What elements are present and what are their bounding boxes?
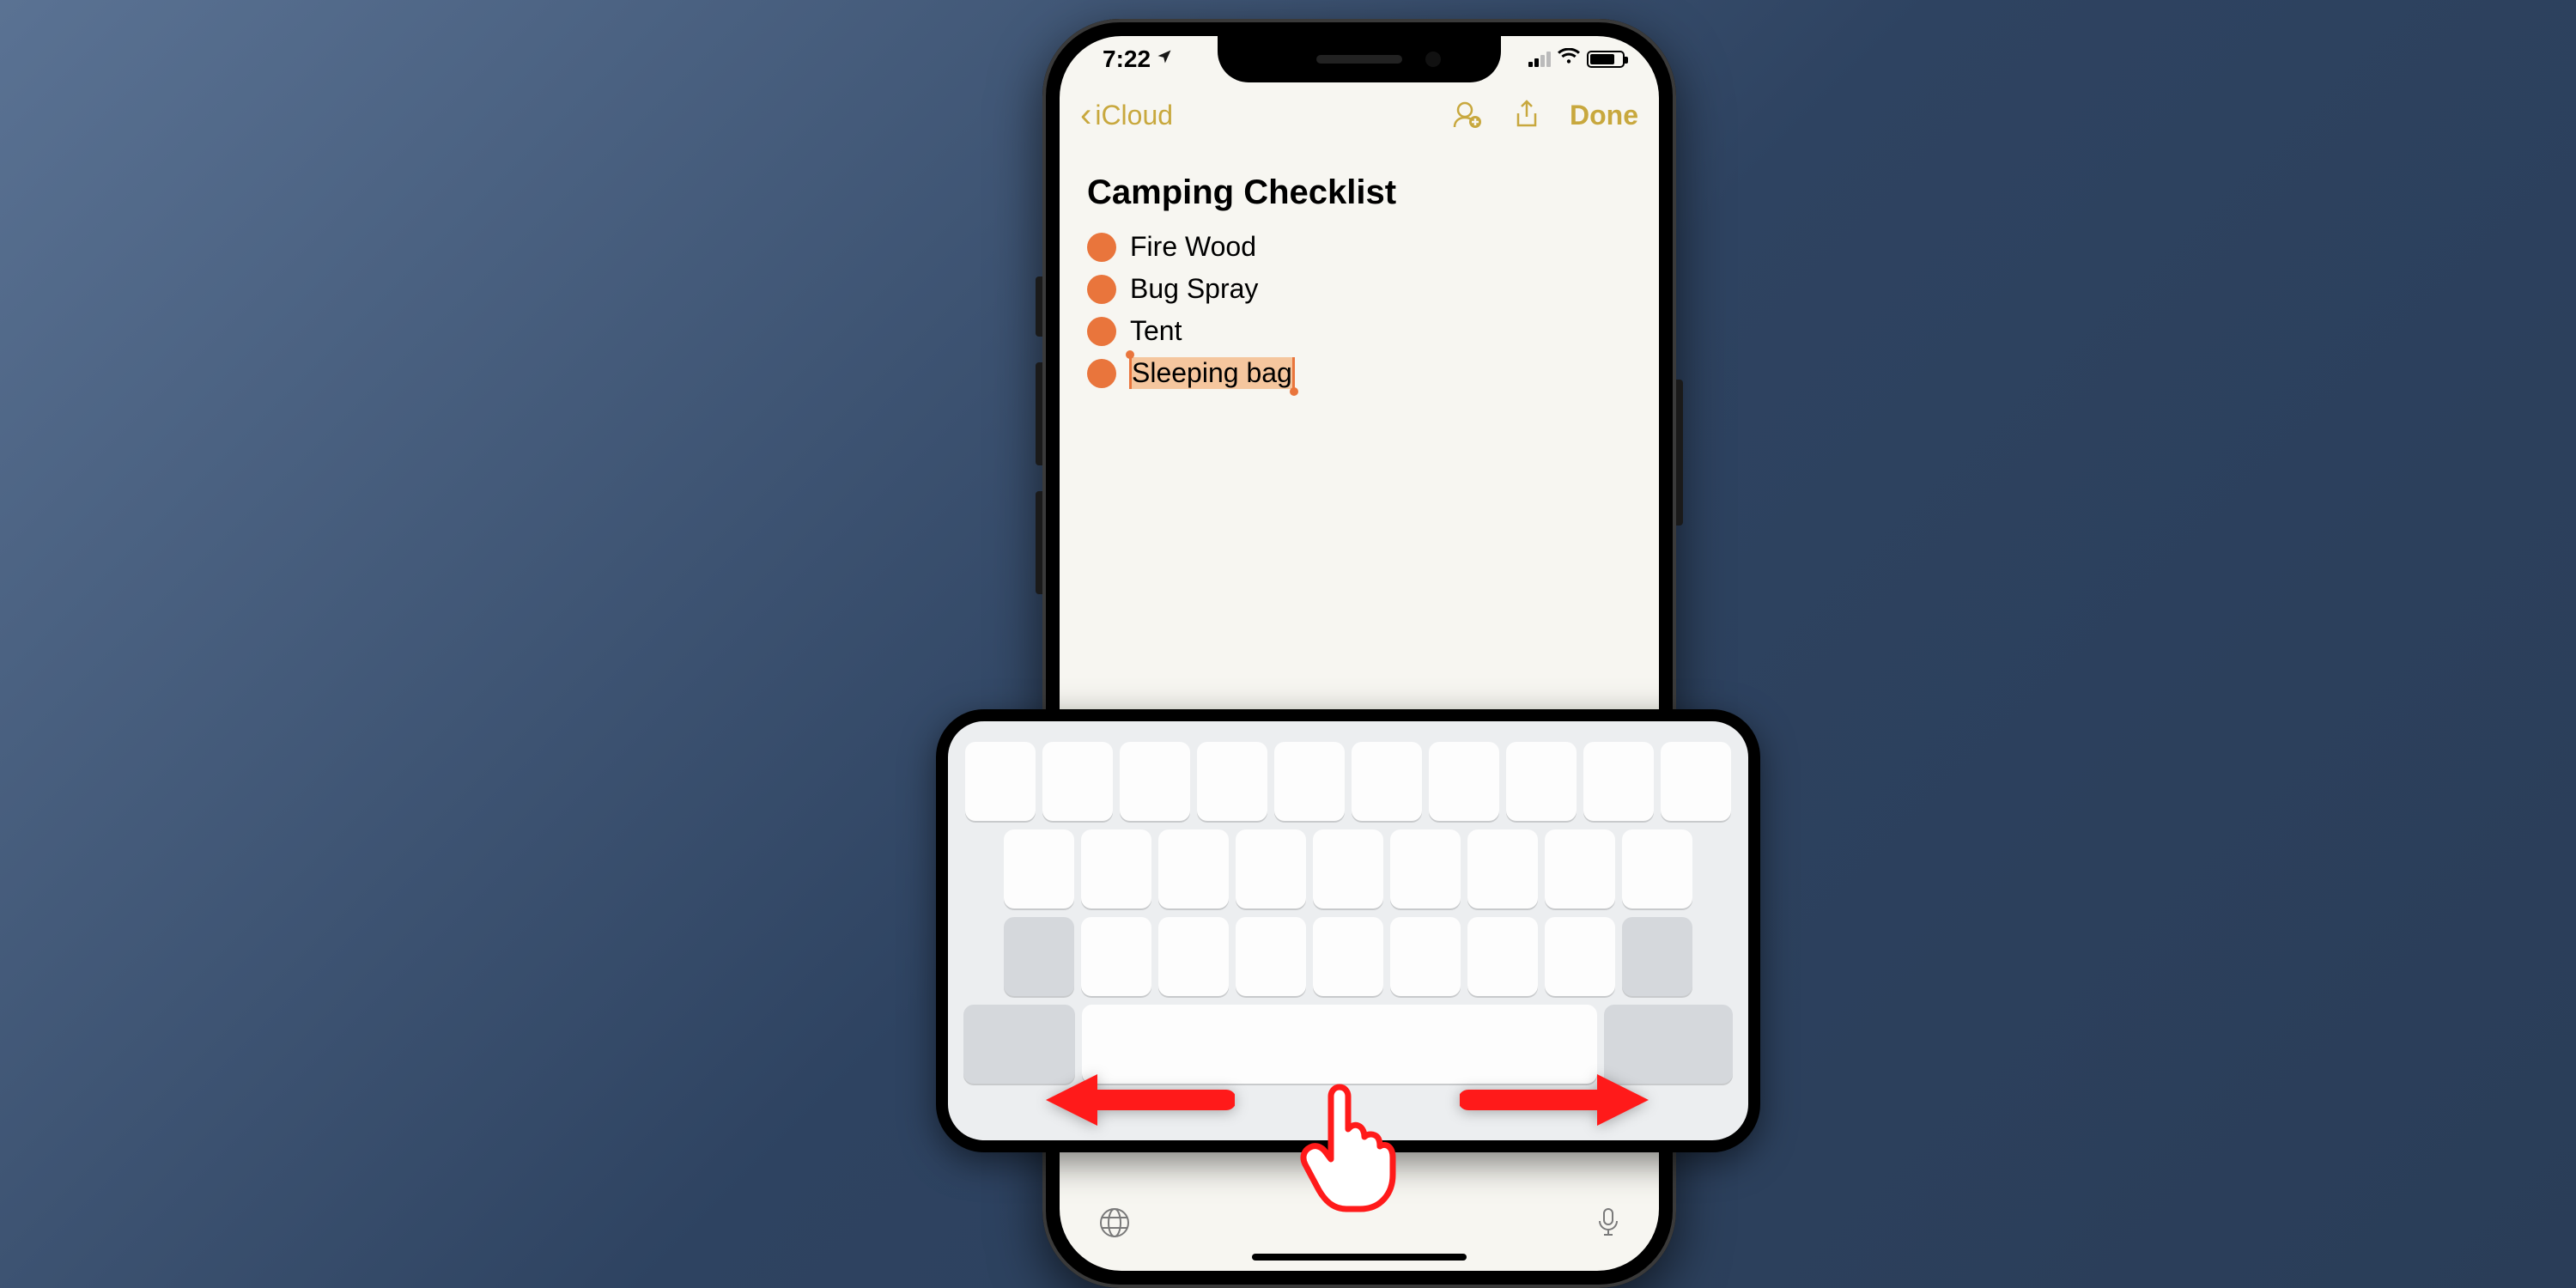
blank-key[interactable] [1622, 829, 1692, 908]
checklist-item[interactable]: Sleeping bag [1087, 357, 1631, 389]
blank-key[interactable] [1120, 742, 1190, 821]
status-time: 7:22 [1103, 46, 1151, 73]
selection-handle-end-icon[interactable] [1290, 387, 1298, 396]
selection-handle-start-icon[interactable] [1126, 350, 1134, 359]
done-button[interactable]: Done [1570, 100, 1638, 131]
checklist-item[interactable]: Fire Wood [1087, 231, 1631, 263]
checklist-label[interactable]: Tent [1130, 315, 1182, 347]
share-button[interactable] [1510, 98, 1544, 132]
back-label: iCloud [1095, 100, 1173, 131]
person-add-icon [1449, 98, 1484, 132]
chevron-left-icon: ‹ [1080, 98, 1091, 132]
checklist-bullet-icon[interactable] [1087, 317, 1116, 346]
collaborate-button[interactable] [1449, 98, 1484, 132]
blank-key[interactable] [1661, 742, 1731, 821]
keyboard-trackpad-overlay[interactable] [936, 709, 1760, 1152]
blank-delete-key[interactable] [1622, 917, 1692, 996]
dictation-button[interactable] [1595, 1206, 1621, 1249]
blank-key[interactable] [1236, 917, 1306, 996]
blank-key[interactable] [1467, 829, 1538, 908]
checklist-label-selected[interactable]: Sleeping bag [1130, 357, 1294, 389]
back-button[interactable]: ‹ iCloud [1080, 98, 1173, 132]
globe-button[interactable] [1097, 1206, 1132, 1249]
note-body[interactable]: Camping Checklist Fire Wood Bug Spray Te… [1060, 148, 1659, 425]
checklist-label[interactable]: Bug Spray [1130, 273, 1258, 305]
location-arrow-icon [1156, 48, 1173, 70]
share-icon [1511, 98, 1542, 132]
blank-key[interactable] [1158, 917, 1229, 996]
blank-mode-key[interactable] [963, 1005, 1075, 1084]
blank-key[interactable] [1467, 917, 1538, 996]
checklist-bullet-icon[interactable] [1087, 275, 1116, 304]
blank-key[interactable] [1390, 917, 1461, 996]
note-title[interactable]: Camping Checklist [1087, 173, 1631, 212]
globe-icon [1097, 1206, 1132, 1240]
wifi-icon [1558, 48, 1580, 70]
blank-key[interactable] [965, 742, 1036, 821]
blank-return-key[interactable] [1604, 1005, 1733, 1084]
blank-key[interactable] [1081, 917, 1151, 996]
home-indicator[interactable] [1252, 1254, 1467, 1261]
checklist-bullet-icon[interactable] [1087, 233, 1116, 262]
blank-key[interactable] [1197, 742, 1267, 821]
nav-bar: ‹ iCloud Don [1060, 82, 1659, 148]
mic-icon [1595, 1206, 1621, 1240]
blank-key[interactable] [1545, 917, 1615, 996]
keyboard-toolbar [1060, 1206, 1659, 1249]
checklist-item[interactable]: Tent [1087, 315, 1631, 347]
checklist-item[interactable]: Bug Spray [1087, 273, 1631, 305]
blank-key[interactable] [1274, 742, 1345, 821]
blank-shift-key[interactable] [1004, 917, 1074, 996]
blank-key[interactable] [1081, 829, 1151, 908]
blank-key[interactable] [1313, 917, 1383, 996]
checklist-bullet-icon[interactable] [1087, 359, 1116, 388]
blank-key[interactable] [1390, 829, 1461, 908]
blank-key[interactable] [1236, 829, 1306, 908]
blank-space-key[interactable] [1082, 1005, 1597, 1084]
blank-key[interactable] [1352, 742, 1422, 821]
blank-key[interactable] [1429, 742, 1499, 821]
blank-key[interactable] [1042, 742, 1113, 821]
battery-icon [1587, 51, 1625, 68]
cellular-signal-icon [1528, 52, 1551, 67]
blank-key[interactable] [1506, 742, 1577, 821]
blank-key[interactable] [1158, 829, 1229, 908]
notch [1218, 36, 1501, 82]
checklist-label[interactable]: Fire Wood [1130, 231, 1256, 263]
blank-key[interactable] [1004, 829, 1074, 908]
blank-key[interactable] [1545, 829, 1615, 908]
blank-key[interactable] [1583, 742, 1654, 821]
blank-key[interactable] [1313, 829, 1383, 908]
